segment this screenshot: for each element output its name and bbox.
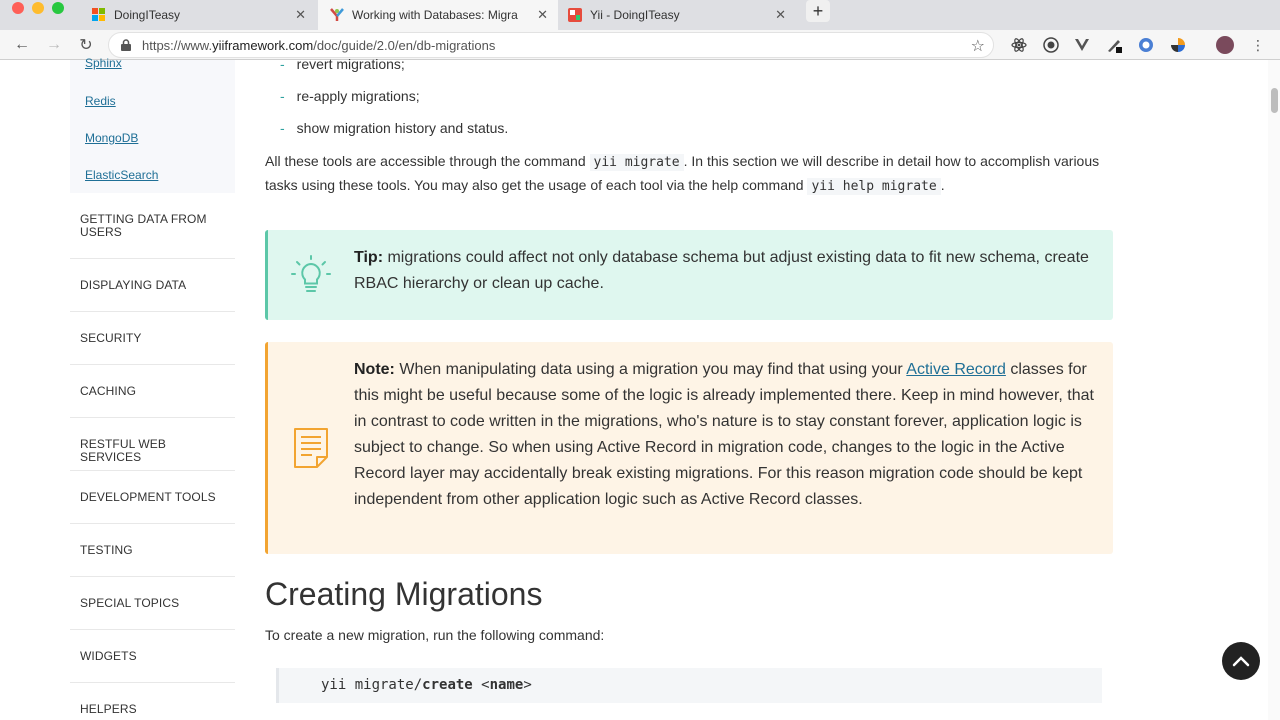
tab-doingiteasy[interactable]: DoingITeasy ✕ <box>80 0 316 30</box>
close-tab-icon[interactable]: ✕ <box>775 7 786 23</box>
sidebar-item-displaying-data[interactable]: DISPLAYING DATA <box>80 279 230 292</box>
minimize-window-button[interactable] <box>32 2 44 14</box>
sidebar-item-restful[interactable]: RESTFUL WEB SERVICES <box>80 438 230 464</box>
intro-paragraph: All these tools are accessible through t… <box>265 153 1100 195</box>
address-bar[interactable]: https://www.yiiframework.com/doc/guide/2… <box>108 32 994 58</box>
sidebar-item-development-tools[interactable]: DEVELOPMENT TOOLS <box>80 491 230 504</box>
sidebar-divider <box>70 470 235 471</box>
yii-logo-icon <box>330 8 344 21</box>
scrollbar-track[interactable] <box>1268 60 1280 720</box>
sidebar-divider <box>70 629 235 630</box>
sidebar-link-sphinx[interactable]: Sphinx <box>85 56 122 70</box>
forward-arrow-icon[interactable]: → <box>44 35 64 55</box>
tab-title: Yii - DoingITeasy <box>590 8 680 22</box>
note-text: Note: When manipulating data using a mig… <box>354 361 1094 508</box>
sidebar-item-caching[interactable]: CACHING <box>80 385 230 398</box>
inline-code: yii help migrate <box>807 178 941 195</box>
windows-logo-icon <box>92 8 105 21</box>
sidebar-item-special-topics[interactable]: SPECIAL TOPICS <box>80 597 230 610</box>
sidebar-divider <box>70 364 235 365</box>
gallery-logo-icon <box>568 8 582 22</box>
bookmark-star-icon[interactable]: ☆ <box>971 36 985 56</box>
close-tab-icon[interactable]: ✕ <box>537 7 548 23</box>
sidebar-link-elasticsearch[interactable]: ElasticSearch <box>85 168 158 182</box>
sidebar-divider <box>70 682 235 683</box>
more-menu-icon[interactable]: ⋮ <box>1248 35 1268 55</box>
tab-working-with-databases[interactable]: Working with Databases: Migra ✕ <box>318 0 558 30</box>
tab-bar: DoingITeasy ✕ Working with Databases: Mi… <box>0 0 1280 30</box>
close-tab-icon[interactable]: ✕ <box>295 7 306 23</box>
scrollbar-thumb[interactable] <box>1271 88 1278 113</box>
zoom-window-button[interactable] <box>52 2 64 14</box>
sidebar-link-mongodb[interactable]: MongoDB <box>85 131 138 145</box>
sidebar-divider <box>70 311 235 312</box>
sidebar-divider <box>70 417 235 418</box>
reload-icon[interactable]: ↻ <box>76 35 96 55</box>
tab-title: DoingITeasy <box>114 8 181 22</box>
sidebar-item-getting-data[interactable]: GETTING DATA FROM USERS <box>80 213 230 239</box>
react-extension-icon[interactable] <box>1011 37 1027 53</box>
sidebar-item-helpers[interactable]: HELPERS <box>80 703 230 716</box>
section-heading: Creating Migrations <box>265 576 543 612</box>
sync-extension-icon[interactable] <box>1138 37 1154 53</box>
sidebar-item-widgets[interactable]: WIDGETS <box>80 650 230 663</box>
sidebar-divider <box>70 258 235 259</box>
sidebar-divider <box>70 523 235 524</box>
tab-title: Working with Databases: Migra <box>352 8 518 22</box>
profile-avatar[interactable] <box>1216 36 1234 54</box>
color-extension-icon[interactable] <box>1170 37 1186 53</box>
sidebar-divider <box>70 576 235 577</box>
tab-yii-doingiteasy[interactable]: Yii - DoingITeasy ✕ <box>556 0 796 30</box>
lock-icon <box>121 39 131 51</box>
command-intro-text: To create a new migration, run the follo… <box>265 627 605 643</box>
note-document-icon <box>294 428 328 468</box>
browser-toolbar: ← → ↻ https://www.yiiframework.com/doc/g… <box>0 30 1280 60</box>
tip-text: Tip: migrations could affect not only da… <box>354 249 1089 292</box>
back-arrow-icon[interactable]: ← <box>12 35 32 55</box>
inline-code: yii migrate <box>589 154 684 171</box>
target-extension-icon[interactable] <box>1043 37 1059 53</box>
sidebar-item-security[interactable]: SECURITY <box>80 332 230 345</box>
close-window-button[interactable] <box>12 2 24 14</box>
note-box: Note: When manipulating data using a mig… <box>265 342 1113 554</box>
list-item: - show migration history and status. <box>280 120 509 136</box>
tip-box: Tip: migrations could affect not only da… <box>265 230 1113 320</box>
new-tab-button[interactable]: + <box>806 0 830 22</box>
pen-extension-icon[interactable] <box>1106 37 1122 53</box>
list-item: - re-apply migrations; <box>280 88 420 104</box>
sidebar-link-redis[interactable]: Redis <box>85 94 116 108</box>
active-record-link[interactable]: Active Record <box>906 361 1006 378</box>
list-item: - revert migrations; <box>280 56 405 72</box>
sidebar-item-testing[interactable]: TESTING <box>80 544 230 557</box>
url-text: https://www.yiiframework.com/doc/guide/2… <box>142 38 496 53</box>
lightbulb-icon <box>291 255 331 292</box>
scroll-to-top-button[interactable] <box>1222 642 1260 680</box>
code-block: yii migrate/create <name> <box>276 668 1102 703</box>
vue-extension-icon[interactable] <box>1074 37 1090 53</box>
chevron-up-icon <box>1232 656 1250 667</box>
